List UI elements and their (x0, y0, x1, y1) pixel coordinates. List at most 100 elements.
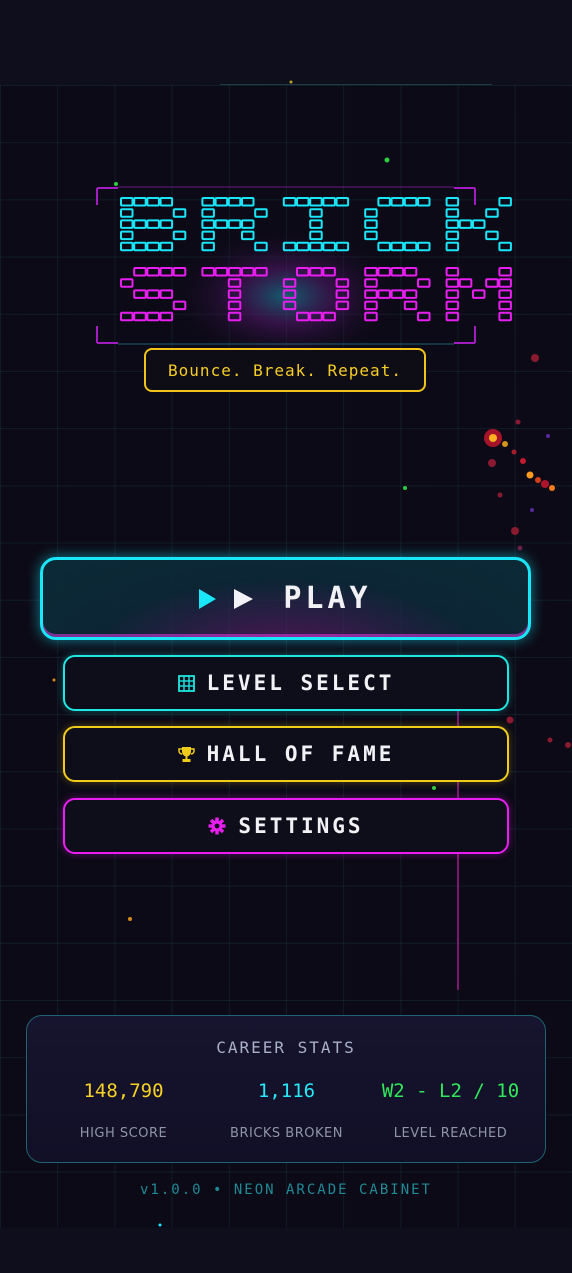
logo-magenta-brick (458, 278, 473, 288)
logo-cyan-brick (214, 219, 229, 229)
logo-cyan-brick (403, 197, 418, 207)
stat-value: W2 - L2 / 10 (381, 1080, 520, 1102)
logo-magenta-brick (120, 278, 134, 288)
logo-cyan-brick (227, 219, 242, 229)
play-button[interactable]: PLAY (40, 557, 531, 640)
logo-cyan-brick (445, 241, 460, 252)
stat-value: 148,790 (83, 1080, 164, 1102)
logo-cyan-brick (241, 197, 255, 207)
logo-cyan-brick (120, 219, 134, 229)
logo-cyan-brick (241, 219, 255, 229)
logo-magenta-brick (485, 278, 499, 288)
logo-magenta-brick (498, 278, 512, 288)
logo-magenta-brick (403, 289, 418, 299)
logo-cyan-brick (403, 241, 418, 252)
logo-magenta-brick (445, 289, 460, 299)
level-select-label: LEVEL SELECT (206, 671, 395, 695)
logo-cyan-brick (377, 197, 391, 207)
game-logo (96, 186, 512, 366)
logo-cyan-brick (159, 219, 174, 229)
logo-magenta-brick (417, 311, 431, 322)
settings-label: SETTINGS (238, 814, 364, 838)
logo-magenta-brick (498, 311, 512, 322)
version-footer: v1.0.0 • NEON ARCADE CABINET (139, 1182, 432, 1198)
stat-high-score: 148,790 HIGH SCORE (37, 1080, 210, 1141)
logo-cyan-brick (146, 241, 160, 252)
logo-cyan-brick (322, 197, 336, 207)
logo-magenta-brick (445, 300, 460, 311)
logo-cyan-brick (172, 230, 187, 241)
logo-magenta-brick (498, 267, 512, 277)
gear-icon (208, 817, 226, 835)
logo-magenta-brick (498, 300, 512, 311)
stat-label: BRICKS BROKEN (230, 1126, 343, 1141)
logo-cyan-brick (120, 241, 134, 252)
logo-cyan-brick (364, 230, 378, 241)
logo-cyan-brick (201, 197, 215, 207)
logo-magenta-brick (498, 289, 512, 299)
logo-cyan-brick (377, 241, 391, 252)
career-stats-panel: CAREER STATS 148,790 HIGH SCORE 1,116 BR… (26, 1015, 546, 1163)
logo-cyan-brick (120, 230, 134, 241)
stat-label: HIGH SCORE (79, 1126, 168, 1141)
logo-cyan-brick (364, 219, 378, 229)
logo-magenta-brick (146, 267, 160, 277)
hall-of-fame-button[interactable]: HALL OF FAME (63, 726, 509, 782)
stat-bricks-broken: 1,116 BRICKS BROKEN (200, 1080, 373, 1141)
logo-cyan-brick (309, 208, 323, 218)
logo-cyan-brick (146, 219, 160, 229)
logo-cyan-brick (458, 219, 473, 229)
logo-cyan-brick (201, 230, 215, 241)
logo-magenta-brick (403, 300, 418, 311)
play-arrows-icon (199, 588, 254, 609)
logo-cyan-brick (445, 230, 460, 241)
logo-cyan-brick (498, 241, 512, 252)
logo-magenta-brick (120, 311, 134, 322)
trophy-icon (177, 746, 195, 763)
logo-cyan-brick (282, 197, 297, 207)
logo-cyan-brick (227, 197, 242, 207)
stat-level-reached: W2 - L2 / 10 LEVEL REACHED (364, 1080, 537, 1141)
logo-cyan-brick (485, 230, 499, 241)
logo-cyan-brick (133, 219, 147, 229)
logo-cyan-brick (485, 208, 499, 218)
career-stats-title: CAREER STATS (216, 1038, 356, 1057)
logo-cyan-brick (472, 219, 486, 229)
grid-icon (177, 674, 195, 692)
logo-cyan-brick (445, 197, 460, 207)
logo-cyan-brick (296, 197, 310, 207)
play-label: PLAY (283, 581, 372, 616)
logo-cyan-brick (390, 241, 405, 252)
logo-cyan-brick (417, 197, 431, 207)
logo-cyan-brick (159, 241, 174, 252)
logo-cyan-brick (120, 197, 134, 207)
logo-magenta-brick (133, 311, 147, 322)
logo-cyan-brick (498, 197, 512, 207)
tagline: Bounce. Break. Repeat. (144, 348, 426, 392)
level-select-button[interactable]: LEVEL SELECT (63, 655, 509, 711)
logo-cyan-brick (133, 241, 147, 252)
logo-magenta-brick (445, 267, 460, 277)
logo-magenta-brick (146, 289, 160, 299)
bottom-bar (0, 1228, 572, 1273)
logo-cyan-brick (201, 219, 215, 229)
logo-magenta-brick (472, 289, 486, 299)
logo-cyan-brick (335, 197, 350, 207)
stat-label: LEVEL REACHED (393, 1126, 508, 1141)
logo-magenta-brick (403, 267, 418, 277)
logo-cyan-brick (445, 219, 460, 229)
logo-cyan-brick (146, 197, 160, 207)
logo-magenta-brick (445, 311, 460, 322)
logo-cyan-brick (309, 197, 323, 207)
logo-magenta-brick (146, 311, 160, 322)
logo-cyan-brick (364, 208, 378, 218)
logo-title-line1 (120, 197, 512, 252)
logo-cyan-brick (309, 219, 323, 229)
logo-magenta-brick (133, 289, 147, 299)
logo-magenta-brick (445, 278, 460, 288)
logo-magenta-brick (159, 267, 174, 277)
hall-of-fame-label: HALL OF FAME (206, 742, 395, 766)
logo-cyan-brick (201, 208, 215, 218)
settings-button[interactable]: SETTINGS (63, 798, 509, 854)
logo-magenta-brick (133, 267, 147, 277)
